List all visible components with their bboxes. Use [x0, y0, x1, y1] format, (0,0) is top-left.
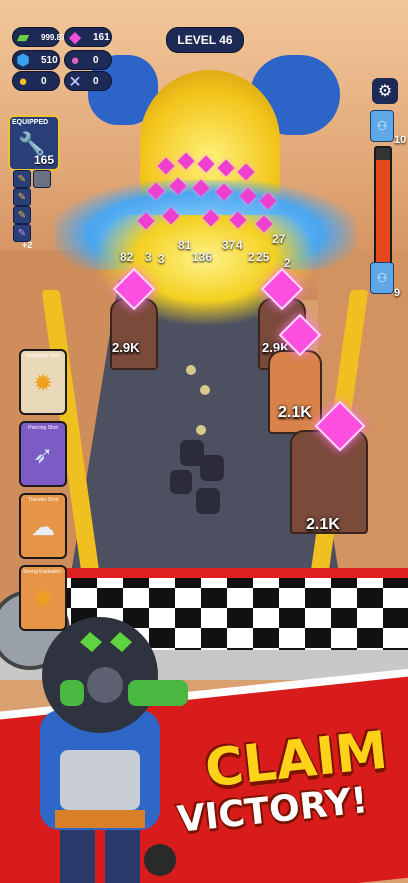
weapon-slot-empty[interactable] — [33, 170, 51, 188]
bullet-orb — [200, 385, 210, 395]
coin-counter: ● 0 — [12, 71, 60, 91]
coin-icon: ● — [18, 72, 28, 90]
piercing-icon: ➶ — [32, 442, 54, 469]
crowd-number: 81 — [178, 238, 192, 252]
card-label: Piercing Shot — [28, 425, 58, 431]
progress-top-value: 10 — [394, 134, 407, 146]
bullet-orb — [186, 365, 196, 375]
key-counter: ⨯ 0 — [64, 71, 112, 91]
gem-counter: ◆ 161 — [64, 27, 112, 47]
card-label: Strong Explosion Shot — [23, 569, 63, 575]
progress-fill — [376, 160, 390, 268]
weapon-slot[interactable]: ✎ — [13, 206, 31, 224]
squad-member — [170, 470, 192, 494]
weapon-slot[interactable]: ✎ — [13, 188, 31, 206]
squad-member — [200, 455, 224, 481]
strong-explosion-shot-card[interactable]: Strong Explosion Shot ✺ — [19, 565, 67, 631]
pillar-value: 2.1K — [306, 516, 340, 533]
squad-member — [196, 488, 220, 514]
crowd-number: 25 — [256, 250, 270, 264]
key-icon: ⨯ — [68, 73, 82, 90]
coin-value: 0 — [41, 75, 47, 87]
squad-current-icon: ⚇ — [370, 262, 394, 294]
progress-bottom-value: 9 — [394, 287, 401, 299]
blue-crystal-value: 510 — [41, 54, 58, 66]
equipped-value: 165 — [33, 153, 54, 167]
gem-value: 161 — [93, 31, 110, 43]
level-progress: ⚇ ⚇ — [370, 110, 394, 300]
crowd-number: 2 — [248, 250, 255, 264]
settings-button[interactable]: ⚙ — [372, 78, 398, 104]
blue-crystal-counter: ⬢ 510 — [12, 50, 60, 70]
bullet-orb — [196, 425, 206, 435]
wrench-icon: ✎ — [17, 209, 27, 221]
equipped-title: EQUIPPED — [12, 119, 49, 126]
explosion-shot-card[interactable]: Explosion Shot ✹ — [19, 349, 67, 415]
level-indicator: LEVEL 46 — [166, 27, 244, 53]
wrench-icon: ✎ — [17, 191, 27, 203]
crowd-number: 3 — [145, 250, 152, 264]
crowd-number: 4 — [236, 238, 243, 252]
equipped-weapon-panel[interactable]: EQUIPPED 🔧 165 — [8, 115, 60, 171]
crowd-number: 3 — [158, 252, 165, 266]
crowd-number: 37 — [222, 238, 236, 252]
gear-icon: ⚙ — [377, 83, 393, 100]
strong-explosion-icon: ✺ — [32, 586, 54, 613]
cash-icon: ▰ — [17, 29, 29, 46]
cash-counter: ▰ 999.87M — [12, 27, 72, 47]
card-label: Explosion Shot — [26, 353, 60, 359]
weapon-slot[interactable]: ✎ — [13, 170, 31, 188]
pillar-value: 2.1K — [278, 404, 312, 421]
gem-icon: ◆ — [69, 29, 81, 46]
wand-icon: ✎ — [17, 227, 27, 239]
crowd-number: 2 — [284, 256, 291, 270]
card-label: Thunder Shot — [27, 497, 59, 503]
extra-weapons-count: +2 — [22, 240, 33, 250]
key-value: 0 — [93, 75, 99, 87]
wrench-icon: ✎ — [17, 173, 27, 185]
crowd-number: 136 — [192, 250, 213, 264]
pillar-value: 2.9K — [112, 340, 140, 355]
squad-goal-icon: ⚇ — [370, 110, 394, 142]
progress-bar — [374, 146, 392, 270]
explosion-icon: ✹ — [32, 370, 54, 397]
crowd-number: 27 — [272, 232, 286, 246]
special-counter: ● 0 — [64, 50, 112, 70]
crowd-number: 82 — [120, 250, 134, 264]
thunder-icon: ☁ — [31, 514, 55, 541]
thunder-shot-card[interactable]: Thunder Shot ☁ — [19, 493, 67, 559]
special-value: 0 — [93, 54, 99, 66]
piercing-shot-card[interactable]: Piercing Shot ➶ — [19, 421, 67, 487]
